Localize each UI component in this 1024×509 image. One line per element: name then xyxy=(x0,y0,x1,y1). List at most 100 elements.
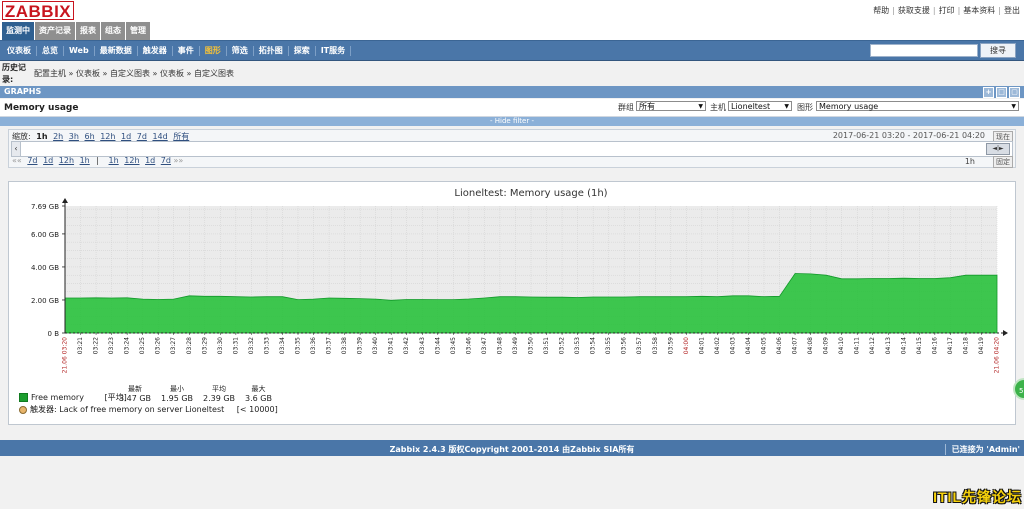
collapse-icon[interactable]: ▢ xyxy=(1009,87,1020,98)
tab-administration[interactable]: 管理 xyxy=(126,22,150,40)
x-tick-label: 03:37 xyxy=(326,337,333,354)
fixed-button[interactable]: 固定 xyxy=(993,156,1013,168)
history-link[interactable]: 仪表板 xyxy=(160,69,184,78)
history-link[interactable]: 仪表板 xyxy=(76,69,100,78)
group-select[interactable]: 所有 ▼ xyxy=(636,101,706,111)
nav-web[interactable]: Web xyxy=(64,45,95,56)
x-tick-label: 03:32 xyxy=(248,337,255,354)
history-link[interactable]: 自定义图表 xyxy=(110,69,150,78)
nav-dashboard[interactable]: 仪表板 xyxy=(2,45,37,56)
forward-link[interactable]: 1h xyxy=(109,156,119,165)
breadcrumb-separator: » xyxy=(68,69,74,78)
zoom-link[interactable]: 12h xyxy=(100,132,115,141)
fullscreen-icon[interactable]: □ xyxy=(996,87,1007,98)
forward-link[interactable]: 1d xyxy=(145,156,155,165)
profile-link[interactable]: 基本资料 xyxy=(963,6,995,15)
date-range: 2017-06-21 03:20 - 2017-06-21 04:20 xyxy=(833,131,985,140)
stat-value: 1.95 GB xyxy=(161,394,194,403)
back-link[interactable]: 1d xyxy=(43,156,53,165)
graph-value: Memory usage xyxy=(819,102,879,111)
x-tick-label: 03:23 xyxy=(108,337,115,354)
x-end-label: 21.06 04:20 xyxy=(994,337,1001,374)
page-footer: Zabbix 2.4.3 版权Copyright 2001-2014 由Zabb… xyxy=(0,440,1024,456)
nav-it-services[interactable]: IT服务 xyxy=(316,45,352,56)
separator: | xyxy=(957,6,961,15)
nav-discovery[interactable]: 探索 xyxy=(289,45,316,56)
nav-latest-data[interactable]: 最新数据 xyxy=(95,45,138,56)
graph-panel: Lioneltest: Memory usage (1h) 0 B 2.00 GB 4… xyxy=(8,181,1016,425)
x-tick-label: 03:48 xyxy=(496,337,503,354)
stat-header: 最大 xyxy=(251,385,266,393)
legend-stat-avg: 平均 2.39 GB xyxy=(203,384,235,403)
back-link[interactable]: 12h xyxy=(59,156,74,165)
zoom-link[interactable]: 3h xyxy=(69,132,79,141)
top-bar: ZABBIX 监测中 资产记录 报表 组态 管理 帮助 | 获取支援 | 打印 | 基本资料… xyxy=(0,0,1024,40)
host-select[interactable]: Lioneltest ▼ xyxy=(728,101,792,111)
hide-filter-toggle[interactable]: - Hide filter - xyxy=(0,117,1024,126)
zoom-label: 缩放: xyxy=(12,132,31,141)
nav-events[interactable]: 事件 xyxy=(173,45,200,56)
zoom-link[interactable]: 6h xyxy=(85,132,95,141)
zoom-link[interactable]: 1d xyxy=(121,132,131,141)
nav-graphs[interactable]: 图形 xyxy=(200,45,227,56)
x-tick-label: 03:34 xyxy=(279,337,286,354)
add-to-favourites-icon[interactable]: + xyxy=(983,87,994,98)
x-tick-label: 03:27 xyxy=(170,337,177,354)
support-link[interactable]: 获取支援 xyxy=(898,6,930,15)
logout-link[interactable]: 登出 xyxy=(1004,6,1020,15)
chevron-down-icon: ▼ xyxy=(784,103,789,110)
scroll-handle[interactable]: ◄|► xyxy=(986,143,1010,155)
x-tick-label: 04:07 xyxy=(792,337,799,354)
breadcrumb: 配置主机 » 仪表板 » 自定义图表 » 仪表板 » 自定义图表 xyxy=(34,68,234,79)
tab-reports[interactable]: 报表 xyxy=(76,22,100,40)
x-tick-label: 03:58 xyxy=(652,337,659,354)
legend-series-name: Free memory xyxy=(31,393,84,402)
x-tick-label: 04:10 xyxy=(838,337,845,354)
history-link[interactable]: 配置主机 xyxy=(34,69,66,78)
legend-trigger: 触发器: Lack of free memory on server Lione… xyxy=(19,404,278,415)
x-tick-label: 03:41 xyxy=(388,337,395,354)
zabbix-logo[interactable]: ZABBIX xyxy=(2,1,74,21)
time-scrollbar[interactable]: ‹ ◄|► xyxy=(11,141,1013,157)
range-to: 2017-06-21 04:20 xyxy=(912,131,985,140)
y-tick-label: 7.69 GB xyxy=(31,203,59,211)
nav-overview[interactable]: 总览 xyxy=(37,45,64,56)
nav-maps[interactable]: 拓扑图 xyxy=(254,45,289,56)
x-tick-label: 04:12 xyxy=(869,337,876,354)
x-tick-label: 03:45 xyxy=(450,337,457,354)
back-link[interactable]: 1h xyxy=(80,156,90,165)
trigger-prefix: 触发器: xyxy=(30,405,57,414)
x-tick-label: 03:52 xyxy=(559,337,566,354)
x-tick-label: 04:09 xyxy=(823,337,830,354)
back-link[interactable]: 7d xyxy=(27,156,37,165)
legend-stat-min: 最小 1.95 GB xyxy=(161,384,193,403)
history-link[interactable]: 自定义图表 xyxy=(194,69,234,78)
help-link[interactable]: 帮助 xyxy=(873,6,889,15)
section-title: GRAPHS xyxy=(4,87,42,96)
search-input[interactable] xyxy=(870,44,978,57)
x-tick-label: 04:15 xyxy=(916,337,923,354)
separator: | xyxy=(998,6,1001,15)
x-tick-label: 04:00 xyxy=(683,337,690,354)
forward-link[interactable]: 12h xyxy=(124,156,139,165)
zoom-link[interactable]: 7d xyxy=(137,132,147,141)
x-axis-arrow-icon xyxy=(1003,330,1008,336)
forward-link[interactable]: 7d xyxy=(161,156,171,165)
search-button[interactable]: 搜寻 xyxy=(980,43,1016,58)
graph-select[interactable]: Memory usage ▼ xyxy=(816,101,1019,111)
chevron-down-icon: ▼ xyxy=(698,103,703,110)
tab-monitoring[interactable]: 监测中 xyxy=(2,22,34,40)
scroll-left-icon[interactable]: ‹ xyxy=(12,142,21,156)
zoom-link[interactable]: 2h xyxy=(53,132,63,141)
x-tick-label: 03:36 xyxy=(310,337,317,354)
print-link[interactable]: 打印 xyxy=(939,6,955,15)
tab-inventory[interactable]: 资产记录 xyxy=(35,22,75,40)
zoom-link[interactable]: 所有 xyxy=(173,132,189,141)
nav-triggers[interactable]: 触发器 xyxy=(138,45,173,56)
zoom-link[interactable]: 1h xyxy=(36,132,47,141)
graph-footer-note xyxy=(1009,416,1011,422)
zoom-link[interactable]: 14d xyxy=(152,132,167,141)
nav-screens[interactable]: 筛选 xyxy=(227,45,254,56)
x-tick-label: 03:44 xyxy=(434,337,441,354)
tab-configuration[interactable]: 组态 xyxy=(101,22,125,40)
